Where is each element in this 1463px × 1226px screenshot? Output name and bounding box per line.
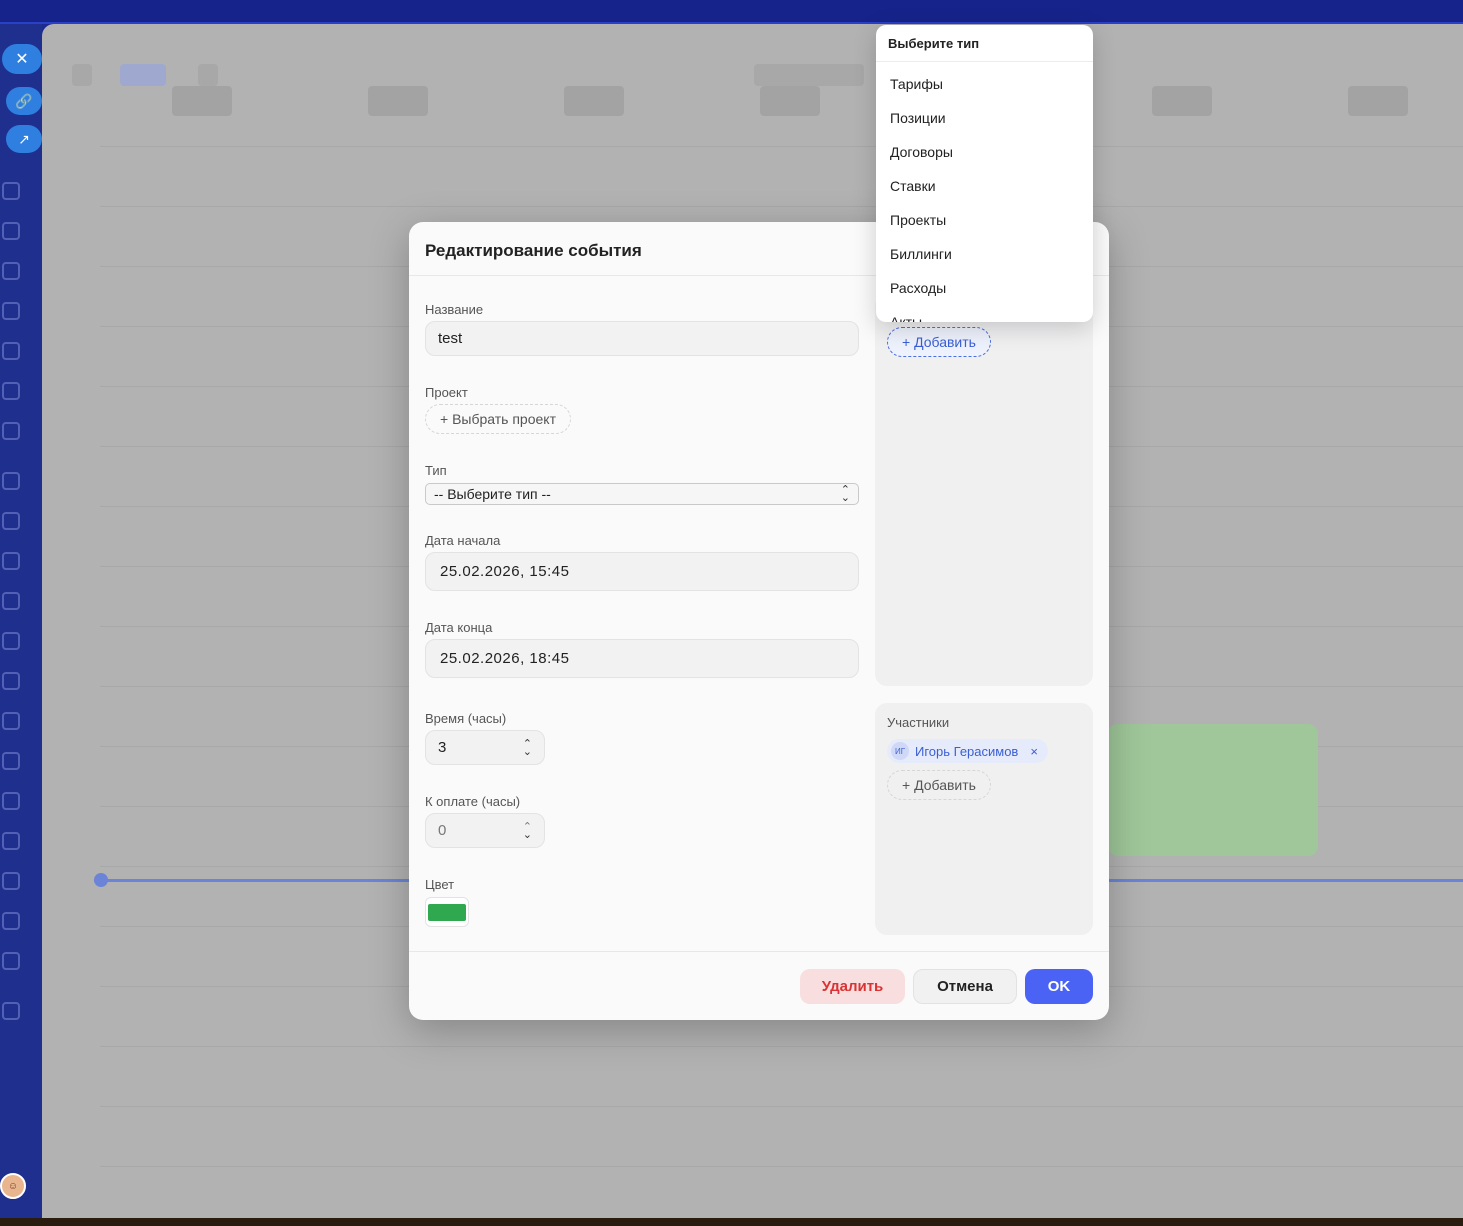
start-date-label: Дата начала xyxy=(425,533,501,548)
hour-line xyxy=(100,1166,1463,1167)
name-label: Название xyxy=(425,302,484,317)
stepper-icon[interactable]: ⌃ ⌄ xyxy=(523,821,532,840)
add-type-button[interactable]: + Добавить xyxy=(887,327,991,357)
hour-line xyxy=(100,1106,1463,1107)
start-date-value: 25.02.2026, 15:45 xyxy=(440,563,570,580)
workspace-kk-icon[interactable] xyxy=(2,592,20,610)
mail-icon[interactable] xyxy=(2,222,20,240)
participants-panel: Участники ИГ Игорь Герасимов × + Добавит… xyxy=(875,703,1093,935)
cart-icon[interactable] xyxy=(2,912,20,930)
project-label: Проект xyxy=(425,385,468,400)
checklist-icon[interactable] xyxy=(2,422,20,440)
color-picker[interactable] xyxy=(425,897,469,927)
settings-icon[interactable] xyxy=(2,1002,20,1020)
color-swatch xyxy=(428,903,466,921)
select-arrows-icon: ⌃ ⌄ xyxy=(840,484,850,504)
bar-chart-icon[interactable] xyxy=(2,382,20,400)
pay-hours-value: 0 xyxy=(438,822,447,839)
workspace-bk-icon[interactable] xyxy=(2,792,20,810)
dropdown-item-rates[interactable]: Ставки xyxy=(890,178,936,194)
target-icon[interactable] xyxy=(2,872,20,890)
modal-title: Редактирование события xyxy=(425,241,642,260)
workspace-ie-icon[interactable] xyxy=(2,712,20,730)
external-link-icon[interactable]: ↗ xyxy=(6,125,42,153)
end-date-value: 25.02.2026, 18:45 xyxy=(440,650,570,667)
calendar-nav[interactable] xyxy=(72,64,92,86)
attachments-panel: + Добавить xyxy=(875,294,1093,686)
add-participant-button[interactable]: + Добавить xyxy=(887,770,991,800)
remove-participant-icon[interactable]: × xyxy=(1030,744,1038,759)
link-icon[interactable]: 🔗 xyxy=(6,87,42,115)
participant-initials: ИГ xyxy=(891,742,909,760)
current-time-dot xyxy=(94,873,108,887)
delete-button[interactable]: Удалить xyxy=(800,969,905,1004)
dropdown-item-expenses[interactable]: Расходы xyxy=(890,280,946,296)
type-dropdown: Выберите тип Тарифы Позиции Договоры Ста… xyxy=(876,25,1093,322)
color-label: Цвет xyxy=(425,877,455,892)
cancel-button[interactable]: Отмена xyxy=(913,969,1017,1004)
workspace-pv-icon[interactable] xyxy=(2,672,20,690)
divider xyxy=(409,951,1109,952)
name-value: test xyxy=(438,330,463,347)
pay-hours-input[interactable]: 0 ⌃ ⌄ xyxy=(425,813,545,848)
hour-line xyxy=(100,1046,1463,1047)
day-header xyxy=(1152,86,1212,116)
type-select-value: -- Выберите тип -- xyxy=(434,486,551,502)
mcp-icon[interactable] xyxy=(2,752,20,770)
grid-icon[interactable] xyxy=(2,832,20,850)
close-icon[interactable]: ✕ xyxy=(2,44,42,74)
day-header xyxy=(760,86,820,116)
workspace-ww-icon[interactable] xyxy=(2,632,20,650)
type-label: Тип xyxy=(425,463,447,478)
day-header xyxy=(368,86,428,116)
top-bar xyxy=(0,0,1463,24)
dropdown-item-tariffs[interactable]: Тарифы xyxy=(890,76,943,92)
hours-input[interactable]: 3 ⌃ ⌄ xyxy=(425,730,545,765)
calendar-icon[interactable] xyxy=(2,182,20,200)
dropdown-item-positions[interactable]: Позиции xyxy=(890,110,946,126)
end-date-label: Дата конца xyxy=(425,620,493,635)
calendar-today-button[interactable] xyxy=(120,64,166,86)
day-header xyxy=(564,86,624,116)
participants-label: Участники xyxy=(887,715,950,730)
calendar-nav[interactable] xyxy=(198,64,218,86)
end-date-input[interactable]: 25.02.2026, 18:45 xyxy=(425,639,859,678)
dropdown-header: Выберите тип xyxy=(876,25,1093,62)
pay-hours-label: К оплате (часы) xyxy=(425,794,521,809)
hour-line xyxy=(100,146,1463,147)
avatar[interactable]: ☺ xyxy=(0,1173,26,1199)
filter-icon[interactable] xyxy=(2,342,20,360)
dropdown-item-acts[interactable]: Акты xyxy=(890,314,922,322)
participant-chip[interactable]: ИГ Игорь Герасимов × xyxy=(887,739,1048,763)
edit-event-modal: Редактирование события Название test Про… xyxy=(409,222,1109,1020)
day-header xyxy=(1348,86,1408,116)
presentation-icon[interactable] xyxy=(2,302,20,320)
name-input[interactable]: test xyxy=(425,321,859,356)
bottom-strip xyxy=(0,1218,1463,1226)
wave-icon[interactable] xyxy=(2,512,20,530)
calendar-range xyxy=(754,64,864,86)
box-icon[interactable] xyxy=(2,472,20,490)
calendar-event[interactable] xyxy=(1108,724,1318,856)
code-icon[interactable] xyxy=(2,552,20,570)
participant-name: Игорь Герасимов xyxy=(915,743,1019,759)
dropdown-item-projects[interactable]: Проекты xyxy=(890,212,946,228)
sidebar xyxy=(0,24,42,1220)
type-select[interactable]: -- Выберите тип -- ⌃ ⌄ xyxy=(425,483,859,505)
dropdown-item-contracts[interactable]: Договоры xyxy=(890,144,953,160)
select-project-button[interactable]: + Выбрать проект xyxy=(425,404,571,434)
hours-label: Время (часы) xyxy=(425,711,507,726)
chevron-down-icon[interactable] xyxy=(2,952,20,970)
hexagon-icon[interactable] xyxy=(2,262,20,280)
hours-value: 3 xyxy=(438,739,447,756)
ok-button[interactable]: OK xyxy=(1025,969,1093,1004)
dropdown-item-billings[interactable]: Биллинги xyxy=(890,246,952,262)
start-date-input[interactable]: 25.02.2026, 15:45 xyxy=(425,552,859,591)
hour-line xyxy=(100,206,1463,207)
stepper-icon[interactable]: ⌃ ⌄ xyxy=(523,738,532,757)
day-header xyxy=(172,86,232,116)
